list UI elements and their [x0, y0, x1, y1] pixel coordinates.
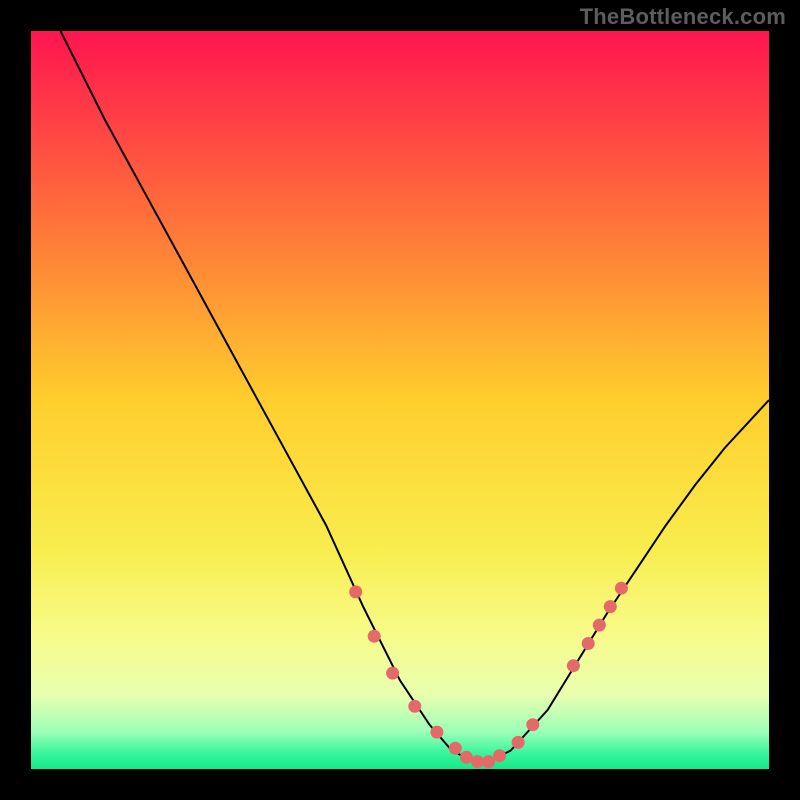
highlight-dot: [615, 582, 628, 595]
highlight-dot: [471, 755, 484, 768]
highlight-dot: [449, 742, 462, 755]
highlight-dot: [582, 637, 595, 650]
highlight-dot: [482, 755, 495, 768]
highlight-dot: [567, 659, 580, 672]
highlight-dot: [493, 749, 506, 762]
highlight-dot: [526, 718, 539, 731]
chart-svg: [31, 31, 769, 769]
highlight-dot: [460, 751, 473, 764]
highlight-dot: [386, 667, 399, 680]
highlight-dot: [349, 585, 362, 598]
highlight-dot: [604, 600, 617, 613]
chart-frame: TheBottleneck.com: [0, 0, 800, 800]
highlight-dot: [512, 736, 525, 749]
highlight-dot: [593, 619, 606, 632]
highlight-dot: [430, 726, 443, 739]
watermark-text: TheBottleneck.com: [580, 4, 786, 30]
highlight-dot: [368, 630, 381, 643]
plot-area: [31, 31, 769, 769]
highlight-dot: [408, 700, 421, 713]
gradient-background: [31, 31, 769, 769]
